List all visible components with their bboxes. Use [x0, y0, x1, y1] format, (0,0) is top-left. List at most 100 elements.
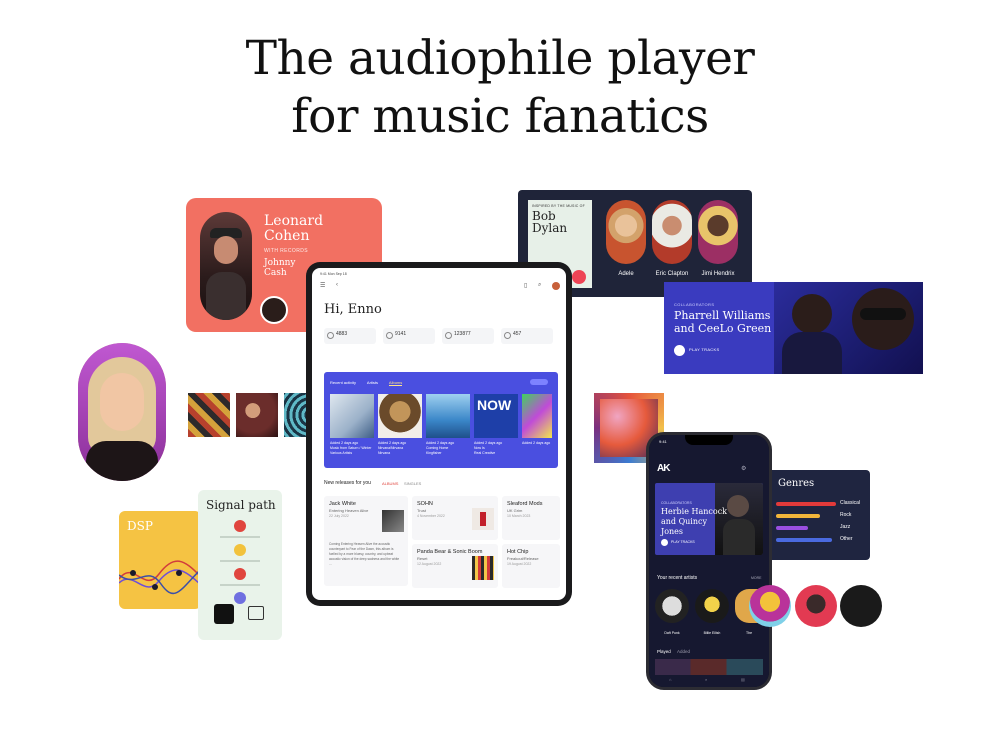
release-title: Sleaford Mods	[507, 501, 543, 507]
phone-screen: 9:41 AK ⚙ COLLABORATORS Herbie Hancock a…	[649, 435, 769, 687]
artist-name: Billie Eilish	[703, 631, 721, 635]
play-icon[interactable]	[674, 345, 685, 356]
signal-node	[234, 544, 246, 556]
status-bar: 9:41 Mon Sep 18	[320, 272, 347, 276]
genres-title: Genres	[778, 478, 815, 489]
artist-portrait[interactable]	[78, 343, 166, 481]
dsp-card[interactable]: DSP	[119, 511, 201, 609]
signal-path-card[interactable]: Signal path	[198, 490, 282, 640]
stat-tile[interactable]: 9141	[383, 328, 435, 344]
artist-name: Daft Punk	[664, 631, 680, 635]
tab-played[interactable]: Played	[657, 649, 671, 654]
album-cover[interactable]: NOW	[474, 394, 518, 438]
tab-recent-activity[interactable]: Recent activity	[330, 380, 356, 385]
tab-albums[interactable]: Albums	[388, 380, 403, 386]
release-card[interactable]: SOHN Trust 4 November 2022	[412, 496, 498, 540]
play-button[interactable]	[572, 270, 586, 284]
album-cover[interactable]	[378, 394, 422, 438]
artist-image-adele[interactable]	[606, 200, 646, 264]
bottom-nav: ⌂ ⌕ ▤	[655, 677, 763, 685]
stat-tile[interactable]: 123877	[442, 328, 494, 344]
tab-singles[interactable]: SINGLES	[404, 481, 421, 486]
release-card[interactable]: Panda Bear & Sonic Boom Reset 12 August …	[412, 544, 498, 588]
disc-icon	[386, 332, 393, 339]
release-subtitle: Entering Heaven Alive	[329, 508, 369, 513]
pharrell-card[interactable]: COLLABORATORS Pharrell Williams and CeeL…	[664, 282, 923, 374]
release-card[interactable]: Sleaford Mods UK Grim 10 March 2023	[502, 496, 560, 540]
user-icon	[327, 332, 334, 339]
dsp-curves	[119, 560, 201, 595]
artist-image-jimi-hendrix[interactable]	[698, 200, 738, 264]
genre-label: Other	[840, 536, 853, 542]
tablet-device: 9:41 Mon Sep 18 ☰ ‹ ▯ ⌕ Hi, Enno 4883 91…	[306, 262, 572, 606]
release-date: 12 August 2022	[417, 562, 442, 566]
release-card[interactable]: Jack White Entering Heaven Alive 22 July…	[324, 496, 408, 586]
artist-avatar[interactable]	[749, 585, 791, 627]
release-subtitle: Reset	[417, 556, 428, 561]
stat-value: 123877	[454, 331, 471, 337]
genre-label: Rock	[840, 512, 852, 518]
more-button[interactable]	[530, 379, 548, 385]
avatar[interactable]	[552, 282, 560, 290]
play-icon[interactable]	[661, 539, 668, 546]
artist-avatar[interactable]	[695, 589, 729, 623]
settings-icon[interactable]: ⚙	[741, 465, 746, 472]
card-artist-name: Leonard Cohen	[264, 213, 324, 244]
play-tracks-label[interactable]: PLAY TRACKS	[671, 540, 695, 544]
artist-avatar[interactable]	[655, 589, 689, 623]
played-thumbnails	[655, 659, 763, 675]
album-cover[interactable]	[330, 394, 374, 438]
device-icon[interactable]	[214, 604, 234, 624]
back-icon[interactable]: ‹	[336, 282, 338, 288]
tab-added[interactable]: Added	[677, 649, 690, 654]
bookmark-icon[interactable]: ▯	[524, 282, 527, 289]
album-cover	[382, 510, 404, 532]
book-icon[interactable]	[248, 606, 264, 620]
album-cover[interactable]	[188, 393, 230, 437]
tab-artists[interactable]: Artists	[367, 380, 378, 385]
featured-card[interactable]: COLLABORATORS Herbie Hancock and Quincy …	[655, 483, 763, 555]
stat-tile[interactable]: 457	[501, 328, 553, 344]
release-subtitle: Freakout/Release	[507, 556, 539, 561]
album-cover[interactable]	[522, 394, 552, 438]
release-card[interactable]: Hot Chip Freakout/Release 19 August 2022	[502, 544, 560, 588]
headline-line-1: The audiophile player	[245, 31, 755, 86]
genres-card[interactable]: Genres Classical Rock Jazz Other	[768, 470, 870, 560]
headline: The audiophile player for music fanatics	[0, 30, 1000, 146]
leonard-cohen-portrait	[200, 212, 252, 320]
library-icon[interactable]: ▤	[741, 677, 745, 682]
menu-icon[interactable]: ☰	[320, 282, 325, 289]
play-tracks-label[interactable]: PLAY TRACKS	[689, 347, 719, 352]
search-icon[interactable]: ⌕	[538, 282, 541, 289]
artist-avatar[interactable]	[840, 585, 882, 627]
genre-bar	[776, 514, 820, 518]
genre-label: Jazz	[840, 524, 851, 530]
artist-name: The	[745, 631, 753, 635]
release-title: Hot Chip	[507, 549, 529, 555]
stat-tile[interactable]: 4883	[324, 328, 376, 344]
search-icon[interactable]: ⌕	[705, 677, 707, 682]
recent-tabs: Recent activity Artists Albums	[330, 380, 412, 386]
album-cover	[472, 508, 494, 530]
artist-name: Adele	[618, 271, 634, 277]
status-time: 9:41	[659, 439, 667, 444]
pharrell-image	[774, 282, 923, 374]
card-label: INSPIRED BY THE MUSIC OF	[532, 204, 585, 208]
genre-bar	[776, 502, 836, 506]
album-cover[interactable]	[426, 394, 470, 438]
artist-avatar[interactable]	[795, 585, 837, 627]
more-link[interactable]: MORE	[751, 576, 762, 580]
tab-albums[interactable]: ALBUMS	[382, 481, 398, 486]
tablet-screen: 9:41 Mon Sep 18 ☰ ‹ ▯ ⌕ Hi, Enno 4883 91…	[312, 268, 566, 600]
section-title: Your recent artists	[657, 575, 698, 581]
note-icon	[445, 332, 452, 339]
stat-value: 457	[513, 331, 522, 337]
stat-value: 9141	[395, 331, 407, 337]
home-icon[interactable]: ⌂	[669, 677, 671, 682]
new-releases-title: New releases for you	[324, 480, 371, 486]
album-cover[interactable]	[236, 393, 278, 437]
album-caption: Added 2 days ago	[522, 441, 551, 445]
artist-image-eric-clapton[interactable]	[652, 200, 692, 264]
recent-activity-panel: Recent activity Artists Albums NOW Added…	[324, 372, 558, 468]
phone-device: 9:41 AK ⚙ COLLABORATORS Herbie Hancock a…	[646, 432, 772, 690]
